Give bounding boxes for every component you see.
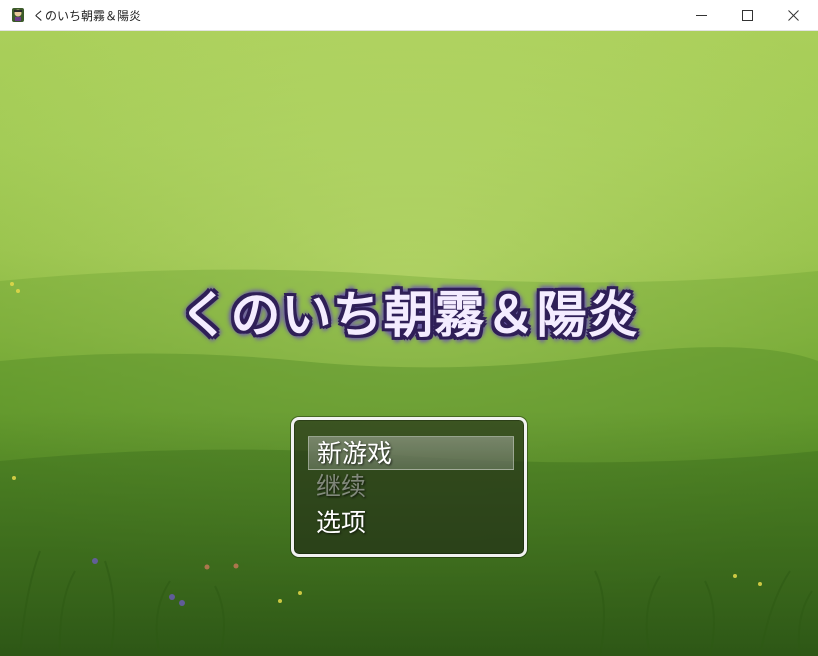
maximize-button[interactable] <box>725 0 771 31</box>
maximize-icon <box>742 10 753 21</box>
menu-item-continue[interactable]: 继续 <box>308 470 514 504</box>
game-app-icon <box>12 8 24 22</box>
title-command-window: 新游戏 继续 选项 <box>291 417 527 557</box>
game-title: くのいち朝霧＆陽炎 <box>179 286 639 344</box>
close-icon <box>788 10 799 21</box>
window-titlebar[interactable]: くのいち朝霧＆陽炎 <box>0 0 818 31</box>
minimize-button[interactable] <box>679 0 725 31</box>
minimize-icon <box>696 15 707 16</box>
menu-item-options[interactable]: 选项 <box>308 506 514 540</box>
game-canvas[interactable]: くのいち朝霧＆陽炎 新游戏 继续 选项 <box>0 31 818 656</box>
window-title: くのいち朝霧＆陽炎 <box>33 9 142 23</box>
close-button[interactable] <box>771 0 817 31</box>
menu-item-new-game[interactable]: 新游戏 <box>308 436 514 470</box>
